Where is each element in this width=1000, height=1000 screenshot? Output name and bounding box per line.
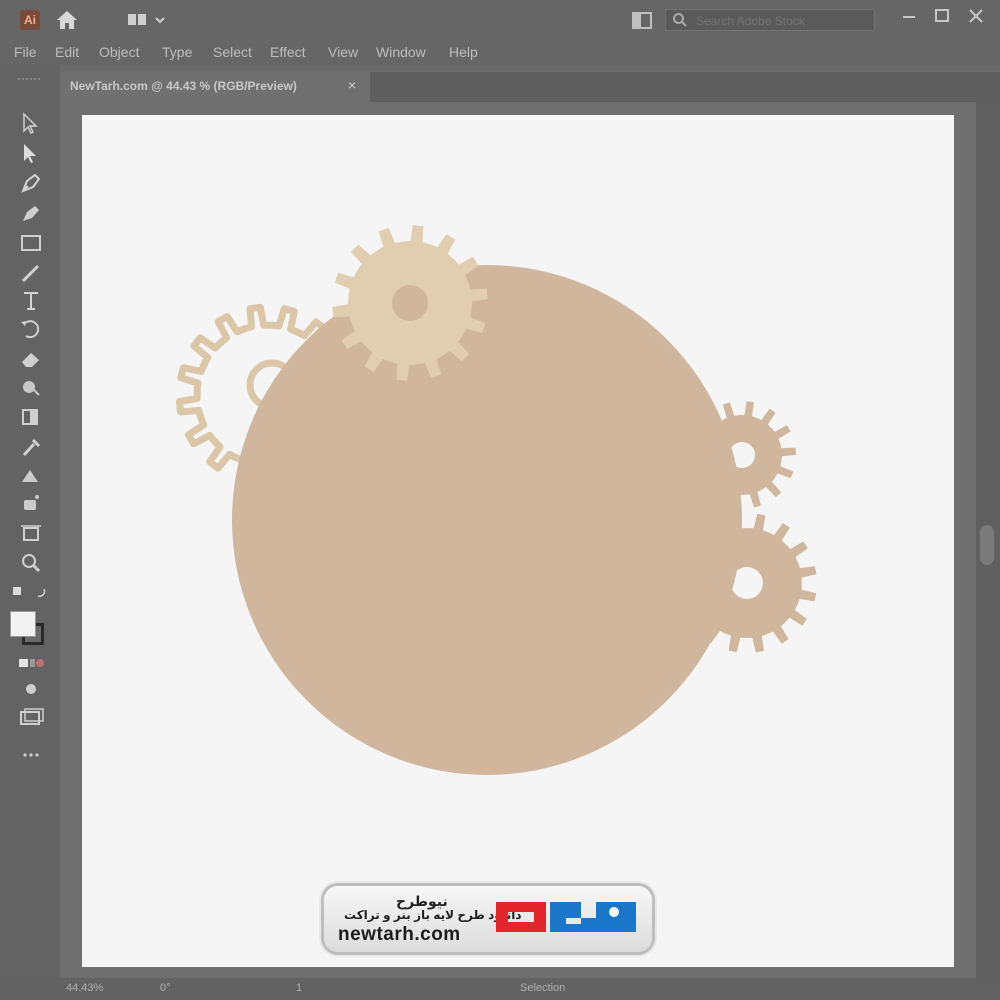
swap-colors-icon: [13, 587, 46, 597]
workspace-switcher[interactable]: [126, 10, 170, 30]
close-icon: [969, 9, 983, 23]
artboard-number[interactable]: 1: [296, 982, 302, 994]
panel-grip[interactable]: [14, 69, 46, 80]
rotation-value[interactable]: 0°: [160, 982, 171, 994]
close-document-icon[interactable]: ×: [348, 77, 356, 93]
eraser-tool[interactable]: [18, 348, 44, 370]
rotate-icon: [21, 320, 40, 339]
brand-url: newtarh.com: [338, 924, 461, 945]
tools-panel: [0, 66, 60, 1000]
menu-type[interactable]: Type: [162, 44, 192, 60]
artwork[interactable]: [82, 115, 954, 967]
color-mode-buttons[interactable]: [18, 652, 44, 674]
drawing-modes[interactable]: [18, 678, 44, 700]
current-tool: Selection: [520, 982, 566, 994]
symbol-sprayer-tool[interactable]: [18, 492, 44, 514]
home-button[interactable]: [54, 8, 80, 32]
brush-icon: [21, 264, 40, 283]
pen-tool[interactable]: [18, 172, 44, 194]
grid-icon: [128, 14, 165, 25]
window-icon: [632, 12, 652, 29]
shape-builder-icon: [23, 381, 40, 396]
menu-help[interactable]: Help: [449, 44, 478, 60]
menu-select[interactable]: Select: [213, 44, 252, 60]
rectangle-icon: [21, 235, 41, 251]
newtarh-logo-icon: [496, 902, 636, 932]
type-tool[interactable]: [18, 290, 44, 312]
main-circle[interactable]: [232, 265, 742, 775]
edit-toolbar-button[interactable]: [18, 744, 44, 766]
fill-swatch[interactable]: [10, 611, 36, 637]
menu-object[interactable]: Object: [99, 44, 139, 60]
blend-tool[interactable]: [18, 464, 44, 486]
selection-tool[interactable]: [18, 112, 44, 135]
menu-view[interactable]: View: [328, 44, 358, 60]
illustrator-logo: Ai: [20, 10, 40, 30]
close-window-button[interactable]: [962, 4, 990, 28]
maximize-icon: [935, 9, 949, 22]
curvature-tool[interactable]: [18, 202, 44, 224]
minimize-button[interactable]: [895, 4, 923, 28]
direct-selection-icon: [24, 144, 36, 163]
curvature-pen-icon: [23, 206, 39, 221]
selection-arrow-icon: [23, 112, 38, 135]
screen-mode-button[interactable]: [18, 706, 44, 728]
newtarh-watermark: نیوطرح دانلود طرح لایه باز بنر و تراکت n…: [324, 886, 652, 952]
top-light-gear-hub[interactable]: [392, 285, 428, 321]
free-transform-tool[interactable]: [18, 406, 44, 428]
artboard-icon: [21, 525, 41, 541]
blend-icon: [22, 470, 38, 482]
type-icon: [24, 292, 38, 310]
menu-edit[interactable]: Edit: [55, 44, 79, 60]
title-bar: Ai: [0, 0, 1000, 40]
transform-icon: [22, 409, 38, 425]
tab-strip: [370, 72, 1000, 102]
menu-bar: File Edit Object Type Select Effect View…: [0, 40, 1000, 66]
document-title: NewTarh.com @ 44.43 % (RGB/Preview): [70, 79, 297, 93]
eraser-icon: [22, 353, 39, 367]
pen-icon: [21, 173, 41, 193]
scrollbar-thumb[interactable]: [980, 525, 994, 565]
eyedropper-icon: [22, 438, 41, 457]
grip-icon: [18, 78, 42, 80]
color-mode-icon: [19, 659, 44, 667]
menu-window[interactable]: Window: [376, 44, 426, 60]
draw-modes-icon: [26, 684, 36, 694]
artboard-tool[interactable]: [18, 522, 44, 544]
rotate-tool[interactable]: [18, 318, 44, 340]
zoom-icon: [22, 554, 41, 573]
spray-icon: [24, 495, 39, 510]
status-bar: 44.43% 0° 1 Selection: [0, 978, 1000, 1000]
direct-selection-tool[interactable]: [18, 142, 44, 164]
artboard[interactable]: [82, 115, 954, 967]
shape-builder-tool[interactable]: [18, 376, 44, 398]
zoom-tool[interactable]: [18, 552, 44, 574]
menu-file[interactable]: File: [14, 44, 37, 60]
default-colors-swap[interactable]: [10, 584, 50, 600]
search-icon: [673, 13, 687, 27]
screen-mode-icon: [20, 708, 44, 725]
zoom-level[interactable]: 44.43%: [66, 982, 103, 994]
home-icon: [57, 11, 77, 29]
minimize-icon: [903, 16, 915, 18]
paintbrush-tool[interactable]: [18, 262, 44, 284]
fill-stroke-swatches[interactable]: [10, 611, 50, 647]
eyedropper-tool[interactable]: [18, 436, 44, 458]
document-tab[interactable]: NewTarh.com @ 44.43 % (RGB/Preview) ×: [60, 72, 370, 102]
menu-effect[interactable]: Effect: [270, 44, 306, 60]
maximize-button[interactable]: [928, 4, 956, 28]
more-icon: [23, 753, 39, 757]
rectangle-tool[interactable]: [18, 232, 44, 254]
arrange-documents-button[interactable]: [630, 10, 654, 32]
search-input[interactable]: [694, 12, 868, 30]
stock-search[interactable]: [665, 9, 875, 31]
